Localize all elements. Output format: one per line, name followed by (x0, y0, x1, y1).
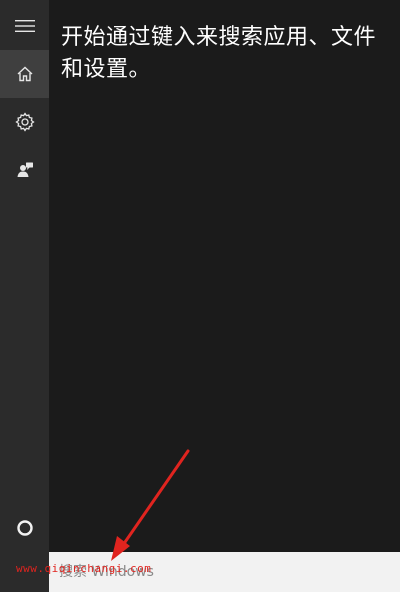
home-icon (16, 65, 34, 83)
feedback-button[interactable] (0, 146, 49, 194)
results-pane: 开始通过键入来搜索应用、文件和设置。 (49, 0, 400, 552)
gear-icon (14, 112, 35, 132)
search-input[interactable] (59, 561, 379, 583)
home-button[interactable] (0, 50, 49, 98)
search-hint-text: 开始通过键入来搜索应用、文件和设置。 (61, 25, 377, 82)
search-bar[interactable] (49, 552, 400, 592)
hamburger-icon (14, 19, 35, 33)
cortana-circle-icon (16, 519, 34, 537)
menu-button[interactable] (0, 2, 49, 50)
settings-button[interactable] (0, 98, 49, 146)
cortana-button[interactable] (0, 504, 49, 552)
cortana-search-panel: 开始通过键入来搜索应用、文件和设置。 www.qiqinchangi.com (0, 0, 400, 592)
feedback-icon (16, 161, 34, 179)
left-rail (0, 0, 49, 592)
